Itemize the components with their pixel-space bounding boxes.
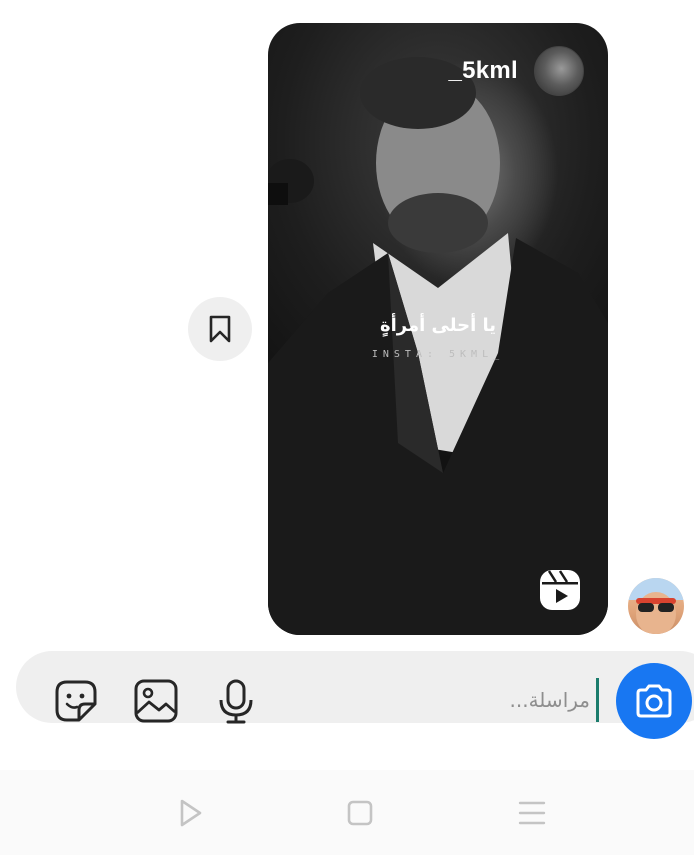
reel-caption: يا أحلى أمرأةٍ	[379, 315, 497, 336]
reels-icon	[540, 570, 580, 610]
reel-username[interactable]: _5kml	[448, 57, 518, 85]
save-button[interactable]	[188, 297, 252, 361]
back-icon	[180, 799, 202, 827]
shared-reel-card[interactable]: _5kml يا أحلى أمرأةٍ INSTA: 5KML_	[268, 23, 608, 635]
text-cursor	[596, 678, 599, 722]
avatar-image	[628, 578, 684, 634]
bookmark-icon	[209, 315, 231, 343]
voice-message-button[interactable]	[212, 677, 260, 725]
sender-avatar[interactable]	[628, 578, 684, 634]
message-composer	[16, 651, 694, 723]
nav-back-button[interactable]	[170, 793, 210, 833]
reel-author-avatar[interactable]	[534, 46, 584, 96]
microphone-icon	[219, 679, 253, 724]
sticker-button[interactable]	[52, 677, 100, 725]
sticker-icon	[55, 680, 97, 722]
recents-icon	[518, 801, 546, 825]
gallery-button[interactable]	[132, 677, 180, 725]
message-input[interactable]	[440, 680, 590, 720]
nav-home-button[interactable]	[340, 793, 380, 833]
gallery-icon	[134, 679, 178, 723]
nav-recents-button[interactable]	[512, 793, 552, 833]
reel-header: _5kml	[268, 46, 608, 96]
home-icon	[347, 800, 373, 826]
camera-button[interactable]	[616, 663, 692, 739]
reel-watermark: INSTA: 5KML_	[371, 349, 505, 360]
camera-icon	[636, 684, 672, 718]
